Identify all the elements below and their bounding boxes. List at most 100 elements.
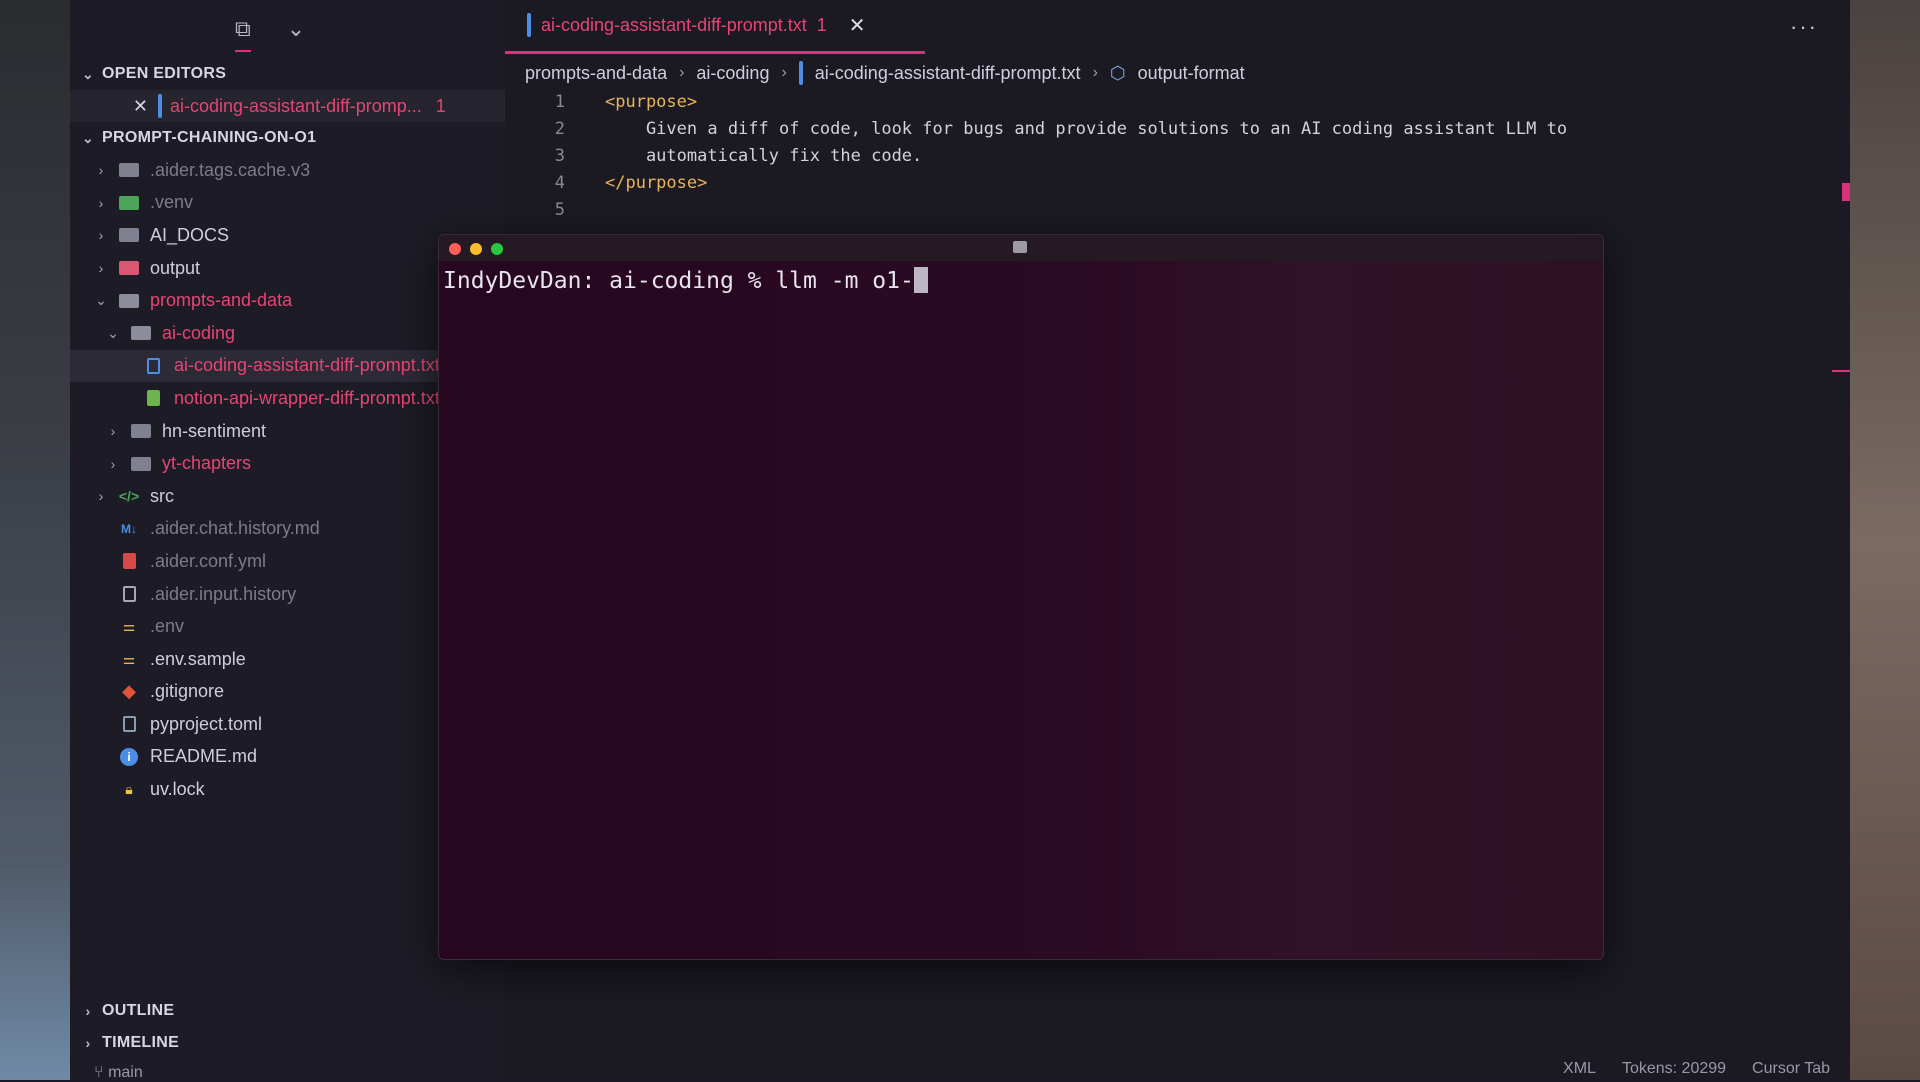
scrollbar-marker [1832, 370, 1850, 372]
tree-item-label: pyproject.toml [150, 713, 263, 734]
text-file-icon [142, 357, 164, 375]
tree-item-folder[interactable]: › .aider.tags.cache.v3 [70, 154, 505, 187]
tree-item-label: .aider.chat.history.md [150, 518, 320, 539]
line-number: 5 [554, 199, 565, 220]
chevron-down-icon: ⌄ [95, 292, 107, 309]
code-text: automatically fix the code. [605, 145, 923, 166]
info-icon: i [118, 747, 140, 766]
code-text: Given a diff of code, look for bugs and … [605, 118, 1568, 139]
close-icon[interactable]: ✕ [849, 13, 866, 38]
close-window-button[interactable] [449, 243, 461, 255]
chevron-down-icon: ⌄ [107, 324, 119, 341]
sidebar-bottom-sections: › OUTLINE › TIMELINE [70, 995, 505, 1059]
chevron-right-icon: › [781, 64, 787, 81]
output-folder-icon [118, 259, 140, 277]
breadcrumb-item[interactable]: output-format [1138, 63, 1245, 84]
folder-icon [118, 226, 140, 244]
terminal-titlebar[interactable] [439, 235, 1603, 261]
git-branch-icon: ⑂ [94, 1064, 104, 1081]
symbol-icon: ⬡ [1109, 62, 1126, 83]
chevron-down-icon[interactable]: ⌄ [287, 16, 305, 42]
tree-item-folder[interactable]: › .venv [70, 187, 505, 220]
git-branch-status[interactable]: ⑂ main [94, 1064, 143, 1082]
language-mode[interactable]: XML [1563, 1060, 1596, 1078]
close-icon[interactable]: ✕ [108, 96, 158, 117]
chevron-right-icon: › [98, 260, 104, 277]
chevron-down-icon: ⌄ [81, 65, 95, 82]
explorer-files-icon[interactable]: ⧉ [235, 16, 251, 52]
line-number: 1 [554, 91, 565, 112]
terminal-cursor [913, 267, 928, 293]
line-number: 2 [554, 118, 565, 139]
minimize-window-button[interactable] [470, 243, 482, 255]
yaml-file-icon [118, 552, 140, 570]
project-folder-header[interactable]: ⌄ PROMPT-CHAINING-ON-O1 [70, 122, 505, 154]
tree-item-label: output [150, 257, 201, 278]
photo-background-left [0, 0, 70, 1080]
git-icon: ◆ [122, 681, 136, 702]
xml-tag: <purpose> [605, 91, 698, 112]
open-editor-name: ai-coding-assistant-diff-promp... [170, 95, 422, 116]
tree-item-label: ai-coding-assistant-diff-prompt.txt [174, 355, 440, 376]
tree-item-label: .gitignore [150, 681, 225, 702]
chevron-right-icon: › [110, 423, 116, 440]
tree-item-label: .aider.conf.yml [150, 550, 267, 571]
problem-count-badge: 1 [435, 95, 446, 116]
breadcrumb: prompts-and-data › ai-coding › ai-coding… [505, 58, 1850, 88]
tree-item-label: .env.sample [150, 648, 246, 669]
more-actions-icon[interactable]: ··· [1790, 14, 1818, 40]
open-editors-header[interactable]: ⌄ OPEN EDITORS [70, 58, 505, 90]
tree-item-label: .aider.tags.cache.v3 [150, 159, 311, 180]
tree-item-label: .venv [150, 192, 194, 213]
tree-item-label: hn-sentiment [162, 420, 267, 441]
terminal-command-line: IndyDevDan: ai-coding % llm -m o1- [443, 268, 914, 294]
tree-item-label: .env [150, 616, 185, 637]
timeline-title: TIMELINE [102, 1034, 180, 1051]
python-venv-folder-icon [118, 194, 140, 212]
cursor-tab-status[interactable]: Cursor Tab [1752, 1060, 1830, 1078]
chevron-right-icon: › [1092, 64, 1098, 81]
text-file-icon [527, 13, 531, 37]
breadcrumb-item[interactable]: prompts-and-data [525, 63, 667, 84]
text-file-icon [158, 93, 162, 118]
text-file-icon [798, 60, 803, 85]
tree-item-label: yt-chapters [162, 453, 252, 474]
timeline-header[interactable]: › TIMELINE [70, 1027, 505, 1059]
env-settings-icon: ⚌ [122, 650, 136, 667]
code-line: 3 automatically fix the code. [505, 142, 1850, 169]
chevron-right-icon: › [679, 64, 685, 81]
toml-file-icon [118, 715, 140, 733]
markdown-icon: M↓ [121, 521, 137, 536]
env-settings-icon: ⚌ [122, 618, 136, 635]
editor-tab-active[interactable]: ai-coding-assistant-diff-prompt.txt 1 ✕ [505, 0, 925, 54]
sidebar-view-tabs: ⧉ ⌄ [70, 0, 505, 58]
tree-item-label: .aider.input.history [150, 583, 297, 604]
terminal-output[interactable]: IndyDevDan: ai-coding % llm -m o1- [439, 261, 1603, 300]
vscode-window: ⧉ ⌄ ⌄ OPEN EDITORS ✕ ai-coding-assistant… [70, 0, 1850, 1082]
open-folder-icon [130, 324, 152, 342]
terminal-title-icon [1013, 241, 1027, 253]
outline-header[interactable]: › OUTLINE [70, 995, 505, 1027]
photo-background-right [1850, 0, 1920, 1080]
editor-tab-bar: ai-coding-assistant-diff-prompt.txt 1 ✕ … [505, 0, 1850, 58]
file-icon [142, 389, 164, 407]
tab-label: ai-coding-assistant-diff-prompt.txt [541, 15, 807, 35]
line-number: 4 [554, 172, 565, 193]
chevron-right-icon: › [98, 488, 104, 505]
token-count: Tokens: 20299 [1621, 1060, 1727, 1077]
folder-icon [130, 455, 152, 473]
tree-item-label: notion-api-wrapper-diff-prompt.txt [174, 387, 440, 408]
line-number: 3 [554, 145, 565, 166]
folder-icon [118, 161, 140, 179]
maximize-window-button[interactable] [491, 243, 503, 255]
open-editor-item[interactable]: ✕ ai-coding-assistant-diff-promp... 1 [70, 90, 505, 122]
tree-item-label: AI_DOCS [150, 224, 230, 245]
open-folder-icon [118, 292, 140, 310]
status-bar: XML Tokens: 20299 Cursor Tab [505, 1060, 1850, 1080]
chevron-right-icon: › [85, 1035, 91, 1051]
code-line: 4 </purpose> [505, 169, 1850, 196]
terminal-window[interactable]: IndyDevDan: ai-coding % llm -m o1- [438, 234, 1604, 960]
breadcrumb-item[interactable]: ai-coding [696, 63, 769, 84]
code-editor[interactable]: 1 <purpose> 2 Given a diff of code, look… [505, 88, 1850, 223]
breadcrumb-item[interactable]: ai-coding-assistant-diff-prompt.txt [815, 63, 1081, 84]
